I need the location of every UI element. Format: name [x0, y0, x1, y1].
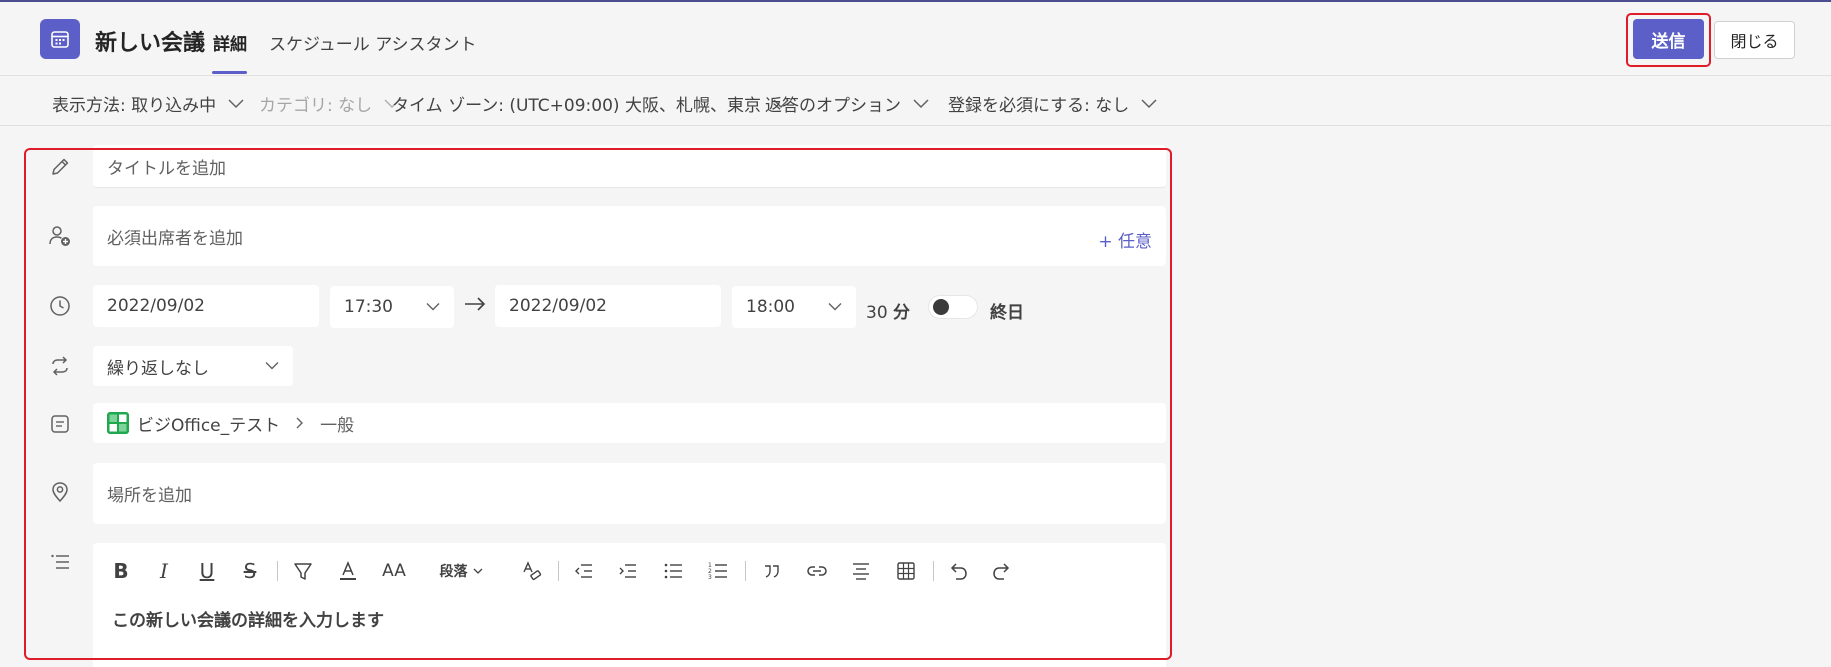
form-highlight-box: [24, 148, 1172, 660]
active-tab-indicator: [212, 71, 247, 74]
send-button[interactable]: 送信: [1633, 19, 1704, 59]
show-as-dropdown[interactable]: 表示方法: 取り込み中: [52, 91, 244, 116]
chevron-down-icon: [228, 98, 244, 109]
page-title: 新しい会議: [95, 31, 206, 56]
chevron-down-icon: [913, 98, 929, 109]
tab-schedule-assistant[interactable]: スケジュール アシスタント: [269, 30, 477, 55]
tab-details[interactable]: 詳細: [213, 30, 247, 55]
chevron-down-icon: [1141, 98, 1157, 109]
timezone-label: タイム ゾーン: (UTC+09:00) 大阪、札幌、東京: [392, 96, 761, 116]
calendar-icon: [40, 19, 80, 59]
response-options-dropdown[interactable]: 返答のオプション: [765, 91, 929, 116]
header-divider: [0, 75, 1831, 76]
response-options-label: 返答のオプション: [765, 96, 901, 116]
registration-dropdown[interactable]: 登録を必須にする: なし: [948, 91, 1157, 116]
options-divider: [0, 125, 1831, 126]
timezone-dropdown[interactable]: タイム ゾーン: (UTC+09:00) 大阪、札幌、東京: [392, 91, 789, 116]
category-dropdown[interactable]: カテゴリ: なし: [259, 91, 400, 116]
show-as-label: 表示方法: 取り込み中: [52, 96, 217, 116]
header: 新しい会議 詳細 スケジュール アシスタント 送信 閉じる: [0, 2, 1831, 75]
close-button[interactable]: 閉じる: [1714, 21, 1795, 59]
category-label: カテゴリ: なし: [259, 96, 373, 116]
registration-label: 登録を必須にする: なし: [948, 96, 1130, 116]
